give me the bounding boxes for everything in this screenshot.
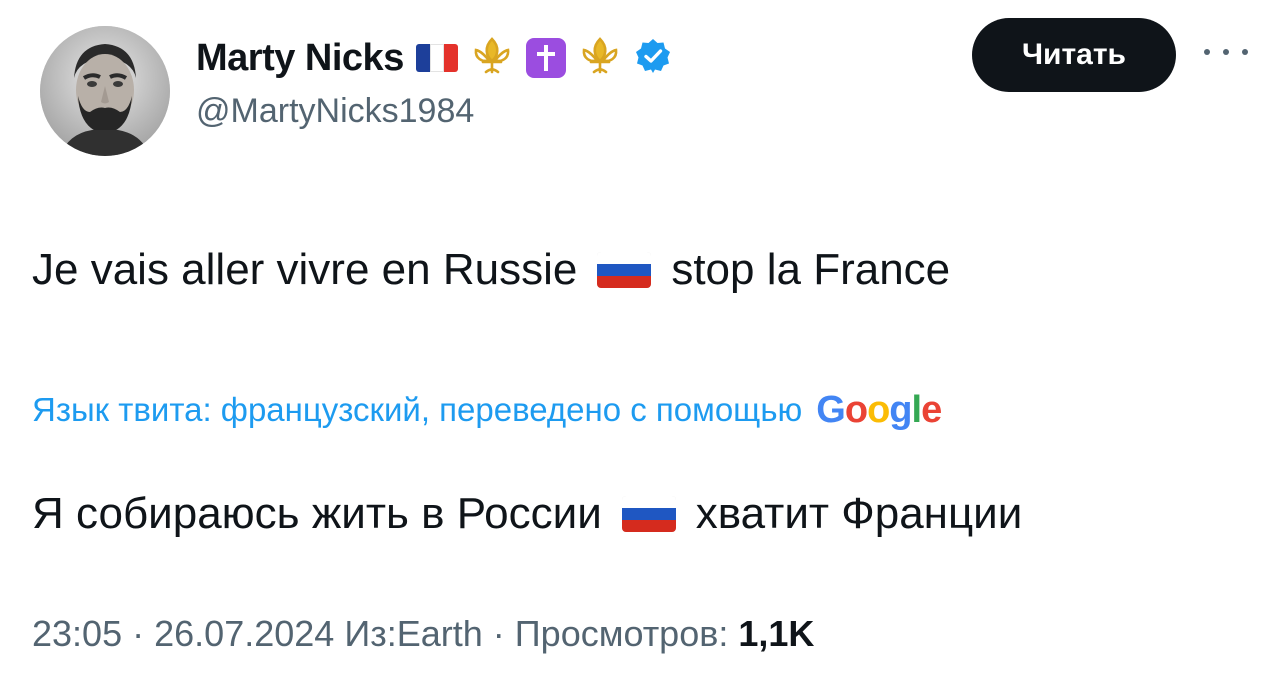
source-prefix: Из:: [344, 613, 397, 654]
views-label: Просмотров:: [514, 613, 729, 654]
fleur-de-lis-icon: [578, 34, 622, 83]
avatar-image: [40, 26, 170, 156]
flag-russia-icon: [621, 496, 676, 532]
more-dot: [1223, 49, 1229, 55]
google-logo: Google: [816, 389, 942, 431]
flag-russia-icon: [597, 252, 652, 288]
translated-text: Я собираюсь жить в России хватит Франции: [32, 484, 1022, 544]
more-dot: [1242, 49, 1248, 55]
tweet-date[interactable]: 26.07.2024: [154, 613, 334, 654]
views-count: 1,1K: [738, 613, 815, 654]
tweet-time[interactable]: 23:05: [32, 613, 122, 654]
tweet-text: Je vais aller vivre en Russie stop la Fr…: [32, 240, 950, 300]
follow-button[interactable]: Читать: [972, 18, 1176, 92]
translated-text-part2: хватит Франции: [695, 489, 1023, 538]
tweet-text-part1: Je vais aller vivre en Russie: [32, 245, 578, 294]
avatar[interactable]: [40, 26, 170, 156]
verified-badge-icon[interactable]: [634, 37, 672, 80]
author-name-row: Marty Nicks: [196, 34, 672, 82]
tweet-text-part2: stop la France: [671, 245, 951, 294]
more-options-button[interactable]: [1204, 42, 1248, 62]
meta-separator: ·: [492, 613, 505, 654]
fleur-de-lis-icon: [470, 34, 514, 83]
more-dot: [1204, 49, 1210, 55]
flag-france-icon: [415, 44, 458, 72]
tweet-source: Earth: [396, 613, 483, 654]
translation-note[interactable]: Язык твита: французский, переведено с по…: [32, 386, 942, 434]
translation-note-text[interactable]: Язык твита: французский, переведено с по…: [32, 386, 802, 434]
tweet-meta: 23:05 · 26.07.2024 Из:Earth · Просмотров…: [32, 606, 814, 662]
meta-separator: ·: [132, 613, 145, 654]
author-display-name[interactable]: Marty Nicks: [196, 37, 404, 80]
author-handle[interactable]: @MartyNicks1984: [196, 92, 474, 131]
latin-cross-icon: [525, 38, 566, 78]
translated-text-part1: Я собираюсь жить в России: [32, 489, 602, 538]
